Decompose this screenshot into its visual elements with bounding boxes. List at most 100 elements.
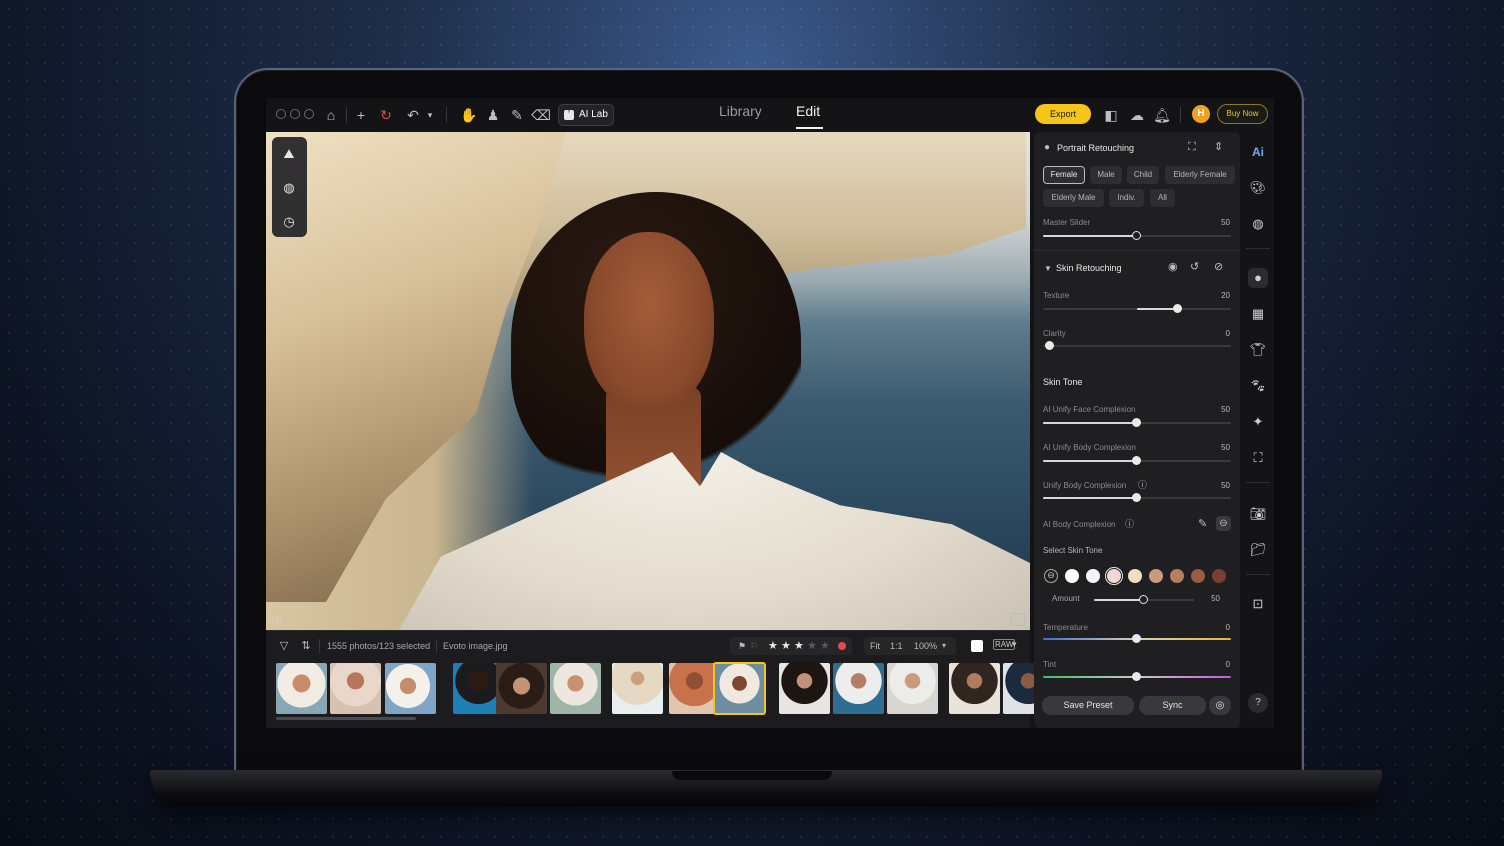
temperature-handle[interactable] bbox=[1132, 634, 1141, 643]
background-toggle-icon[interactable] bbox=[971, 640, 983, 652]
filmstrip-thumbnail[interactable] bbox=[496, 663, 547, 714]
star-5[interactable]: ★ bbox=[820, 639, 830, 652]
history-icon[interactable]: ◷ bbox=[280, 213, 298, 231]
reset-icon[interactable]: ↺ bbox=[1190, 261, 1199, 273]
chevron-down-icon[interactable]: ▾ bbox=[420, 105, 440, 125]
eyedropper-icon[interactable]: ✎ bbox=[1198, 518, 1207, 530]
crop-icon[interactable]: ⛶ bbox=[1248, 448, 1268, 468]
chevron-down-icon[interactable]: ▾ bbox=[942, 637, 946, 655]
chevron-down-icon[interactable]: ▾ bbox=[1012, 639, 1017, 650]
filmstrip-thumbnail[interactable] bbox=[612, 663, 663, 714]
unify-body-slider[interactable] bbox=[1043, 493, 1231, 502]
amount-slider-handle[interactable] bbox=[1139, 595, 1148, 604]
tab-library[interactable]: Library bbox=[719, 103, 762, 119]
window-zoom-button[interactable] bbox=[304, 109, 314, 119]
landscape-ai-icon[interactable]: ⛰ bbox=[280, 145, 298, 163]
camera-icon[interactable]: 📷︎ bbox=[1248, 504, 1268, 524]
chip-elderly-male[interactable]: Elderly Male bbox=[1043, 189, 1104, 207]
erase-effect-icon[interactable]: ⊘ bbox=[1214, 261, 1223, 273]
face-complexion-handle[interactable] bbox=[1132, 418, 1141, 427]
sync-settings-icon[interactable]: ◎ bbox=[1209, 696, 1231, 715]
ai-icon[interactable]: Ai bbox=[1248, 142, 1268, 162]
reject-flag-icon[interactable]: ⚐ bbox=[744, 636, 764, 656]
texture-icon[interactable]: ◍ bbox=[280, 179, 298, 197]
info-icon[interactable]: ⓘ bbox=[272, 614, 281, 627]
window-minimize-button[interactable] bbox=[290, 109, 300, 119]
buy-now-button[interactable]: Buy Now bbox=[1217, 104, 1268, 124]
face-detect-icon[interactable]: ⛶ bbox=[1188, 141, 1196, 153]
amount-slider[interactable] bbox=[1094, 595, 1194, 604]
skin-tone-swatch[interactable] bbox=[1191, 569, 1205, 583]
remove-object-icon[interactable]: ✦ bbox=[1248, 412, 1268, 432]
filmstrip-thumbnail[interactable] bbox=[550, 663, 601, 714]
skin-tone-swatch[interactable] bbox=[1105, 567, 1123, 585]
clarity-slider[interactable] bbox=[1043, 341, 1231, 350]
tint-handle[interactable] bbox=[1132, 672, 1141, 681]
tab-edit[interactable]: Edit bbox=[796, 103, 820, 119]
filmstrip-thumbnail[interactable] bbox=[713, 662, 766, 715]
clothing-icon[interactable]: 👕︎ bbox=[1248, 340, 1268, 360]
filmstrip-thumbnail[interactable] bbox=[949, 663, 1000, 714]
window-close-button[interactable] bbox=[276, 109, 286, 119]
face-complexion-slider[interactable] bbox=[1043, 418, 1231, 427]
filmstrip-thumbnail[interactable] bbox=[887, 663, 938, 714]
body-complexion-handle[interactable] bbox=[1132, 456, 1141, 465]
skin-tone-swatch[interactable] bbox=[1170, 569, 1184, 583]
texture-slider-handle[interactable] bbox=[1173, 304, 1182, 313]
temperature-slider[interactable] bbox=[1043, 634, 1231, 643]
star-2[interactable]: ★ bbox=[781, 639, 791, 652]
hand-tool-icon[interactable]: ✋ bbox=[459, 105, 479, 125]
add-icon[interactable]: + bbox=[351, 105, 371, 125]
bell-icon[interactable]: 🔔︎ bbox=[1152, 105, 1172, 125]
chip-child[interactable]: Child bbox=[1127, 166, 1159, 184]
filmstrip-scrollbar[interactable] bbox=[276, 717, 416, 720]
clarity-slider-handle[interactable] bbox=[1045, 341, 1054, 350]
fit-button[interactable]: Fit bbox=[870, 637, 880, 655]
chip-male[interactable]: Male bbox=[1090, 166, 1122, 184]
palette-icon[interactable]: 🎨︎ bbox=[1248, 178, 1268, 198]
eye-icon[interactable]: ◉ bbox=[1168, 261, 1178, 273]
expand-icon[interactable]: ⇕ bbox=[1214, 141, 1223, 153]
avatar[interactable]: H bbox=[1192, 105, 1210, 123]
skin-tone-swatch[interactable] bbox=[1212, 569, 1226, 583]
healing-brush-icon[interactable]: ✎ bbox=[507, 105, 527, 125]
filmstrip-thumbnail[interactable] bbox=[276, 663, 327, 714]
skin-tone-swatch[interactable] bbox=[1086, 569, 1100, 583]
star-4[interactable]: ★ bbox=[807, 639, 817, 652]
help-icon[interactable]: ? bbox=[1248, 693, 1268, 713]
help-icon[interactable]: ⓘ bbox=[1138, 479, 1147, 491]
compare-icon[interactable]: ◧ bbox=[1101, 105, 1121, 125]
split-view-icon[interactable] bbox=[1011, 613, 1025, 626]
eraser-icon[interactable]: ⌫ bbox=[531, 105, 551, 125]
folder-icon[interactable]: 📁︎ bbox=[1248, 540, 1268, 560]
chip-female[interactable]: Female bbox=[1043, 166, 1085, 184]
ai-lab-button[interactable]: AI Lab bbox=[558, 104, 614, 126]
background-icon[interactable]: ▦ bbox=[1248, 304, 1268, 324]
skin-tone-swatch[interactable] bbox=[1149, 569, 1163, 583]
skin-retouching-title[interactable]: Skin Retouching bbox=[1056, 263, 1122, 273]
help-icon[interactable]: ⓘ bbox=[1125, 518, 1134, 530]
star-1[interactable]: ★ bbox=[768, 639, 778, 652]
sort-icon[interactable]: ⇅ bbox=[296, 636, 316, 656]
chip-all[interactable]: All bbox=[1150, 189, 1175, 207]
tint-slider[interactable] bbox=[1043, 672, 1231, 681]
sync-button[interactable]: Sync bbox=[1139, 696, 1206, 715]
preset-icon[interactable]: ⊡ bbox=[1248, 594, 1268, 614]
no-tone-swatch[interactable]: ⊖ bbox=[1044, 569, 1058, 583]
home-icon[interactable]: ⌂ bbox=[321, 105, 341, 125]
filmstrip-thumbnail[interactable] bbox=[833, 663, 884, 714]
cloud-icon[interactable]: ☁ bbox=[1127, 105, 1147, 125]
skin-tone-swatch[interactable] bbox=[1128, 569, 1142, 583]
zoom-select[interactable]: 100% bbox=[914, 637, 937, 655]
disable-icon[interactable]: ⊖ bbox=[1216, 516, 1231, 531]
skin-tone-swatch[interactable] bbox=[1065, 569, 1079, 583]
texture-grid-icon[interactable]: ◍ bbox=[1248, 214, 1268, 234]
chip-indiv[interactable]: Indiv. bbox=[1109, 189, 1144, 207]
filmstrip-thumbnail[interactable] bbox=[330, 663, 381, 714]
chip-elderly-female[interactable]: Elderly Female bbox=[1165, 166, 1235, 184]
unify-body-handle[interactable] bbox=[1132, 493, 1141, 502]
clone-stamp-icon[interactable]: ♟ bbox=[483, 105, 503, 125]
ratio-button[interactable]: 1:1 bbox=[890, 637, 903, 655]
export-button[interactable]: Export bbox=[1035, 104, 1091, 124]
master-slider[interactable] bbox=[1043, 231, 1231, 240]
